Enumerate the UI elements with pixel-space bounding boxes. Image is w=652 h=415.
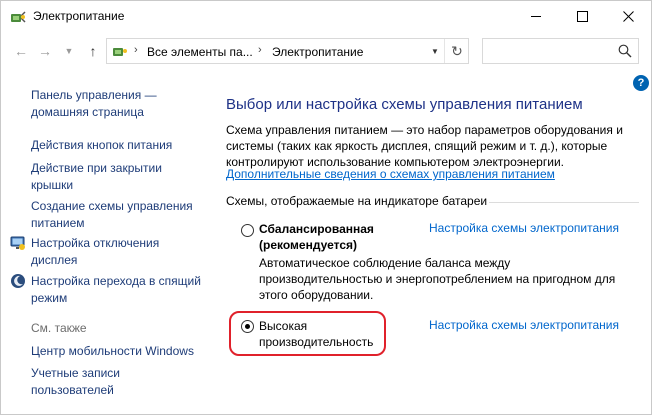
page-description: Схема управления питанием — это набор па…	[226, 123, 623, 169]
back-button[interactable]: ←	[11, 41, 31, 61]
create-plan-link[interactable]: Создание схемы управления питанием	[31, 198, 201, 232]
address-history-button[interactable]: ▼	[426, 39, 444, 63]
maximize-button[interactable]	[559, 1, 605, 32]
balanced-plan-name[interactable]: Сбалансированная (рекомендуется)	[259, 221, 419, 253]
breadcrumb-all-items[interactable]: Все элементы па...	[147, 45, 253, 59]
search-icon	[618, 44, 632, 58]
power-options-window: Электропитание ← → ▼ ↑ › Все элементы па…	[0, 0, 652, 415]
power-options-icon	[113, 48, 127, 56]
minimize-icon	[531, 16, 541, 17]
search-input[interactable]	[482, 38, 639, 64]
chevron-down-icon: ▼	[431, 46, 439, 56]
maximize-icon	[576, 11, 588, 22]
balanced-plan-radio[interactable]	[241, 224, 254, 237]
power-options-icon	[11, 11, 26, 23]
help-icon[interactable]: ?	[633, 75, 649, 91]
power-buttons-link[interactable]: Действия кнопок питания	[31, 137, 172, 154]
arrow-right-icon: →	[38, 43, 52, 59]
refresh-button[interactable]: ↻	[444, 39, 469, 63]
left-pane: Панель управления — домашняя страница Де…	[1, 71, 211, 414]
breadcrumb-separator-icon[interactable]: ›	[134, 44, 138, 56]
forward-button[interactable]: →	[35, 41, 55, 61]
sleep-moon-icon	[11, 274, 25, 288]
see-also-title: См. также	[31, 321, 87, 335]
minimize-button[interactable]	[513, 1, 559, 32]
high-performance-plan-settings-link[interactable]: Настройка схемы электропитания	[429, 318, 619, 332]
breadcrumb-power-options[interactable]: Электропитание	[272, 45, 363, 59]
plans-group-label: Схемы, отображаемые на индикаторе батаре…	[226, 194, 488, 208]
more-info-link[interactable]: Дополнительные сведения о схемах управле…	[226, 167, 555, 181]
close-button[interactable]	[605, 1, 651, 32]
mobility-center-link[interactable]: Центр мобильности Windows	[31, 343, 194, 360]
lid-close-link[interactable]: Действие при закрытии крышки	[31, 160, 201, 194]
user-accounts-link[interactable]: Учетные записи пользователей	[31, 365, 171, 399]
address-bar[interactable]: › Все элементы па... › Электропитание ▼ …	[106, 38, 469, 64]
display-icon	[10, 236, 25, 250]
balanced-plan-settings-link[interactable]: Настройка схемы электропитания	[429, 221, 619, 235]
sleep-settings-link[interactable]: Настройка перехода в спящий режим	[31, 273, 201, 307]
breadcrumb-separator-icon[interactable]: ›	[258, 44, 262, 56]
recent-locations-button[interactable]: ▼	[59, 41, 79, 61]
navigation-bar: ← → ▼ ↑ › Все элементы па... › Электропи…	[1, 35, 651, 69]
arrow-left-icon: ←	[14, 43, 28, 59]
selection-highlight-outline	[229, 311, 386, 356]
display-off-link[interactable]: Настройка отключения дисплея	[31, 235, 201, 269]
refresh-icon: ↻	[451, 42, 463, 59]
group-divider	[489, 202, 639, 203]
up-button[interactable]: ↑	[83, 41, 103, 61]
close-icon	[622, 11, 634, 22]
page-title: Выбор или настройка схемы управления пит…	[226, 96, 583, 113]
window-title: Электропитание	[33, 9, 125, 23]
control-panel-home-link[interactable]: Панель управления — домашняя страница	[31, 87, 201, 121]
title-bar: Электропитание	[1, 1, 651, 32]
chevron-down-icon: ▼	[64, 46, 74, 56]
arrow-up-icon: ↑	[89, 43, 97, 59]
balanced-plan-description: Автоматическое соблюдение баланса между …	[259, 256, 616, 302]
